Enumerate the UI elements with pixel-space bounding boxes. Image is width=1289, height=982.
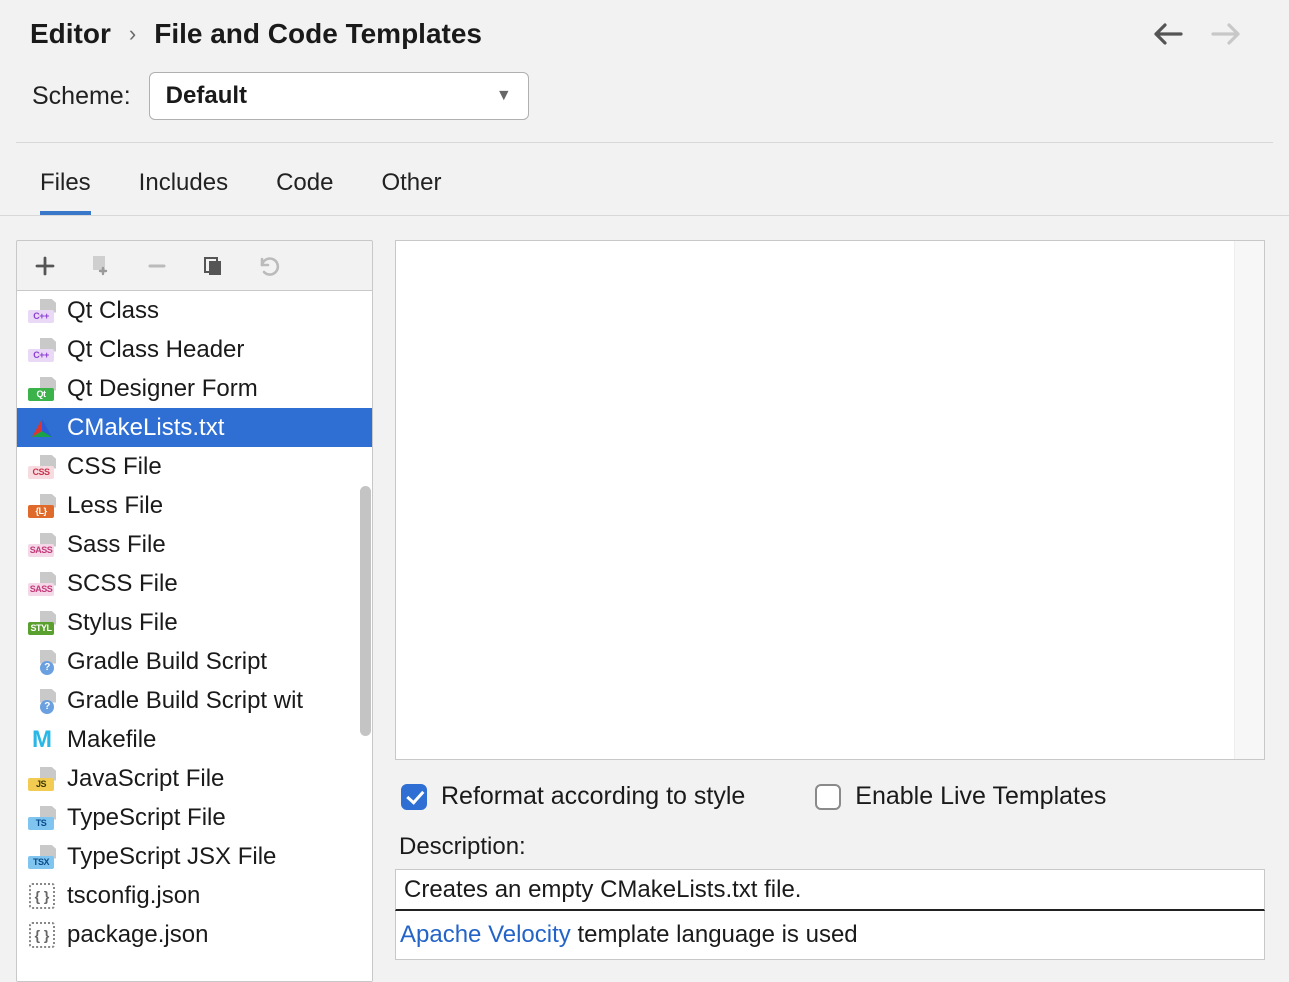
template-list-panel: C++ Qt Class C++ Qt Class Header Qt Qt Design… xyxy=(16,240,373,982)
checkbox-icon xyxy=(401,784,427,810)
template-item-label: Gradle Build Script wit xyxy=(67,687,303,715)
template-item-label: CSS File xyxy=(67,453,162,481)
back-button[interactable] xyxy=(1153,23,1183,45)
remove-button xyxy=(143,252,171,280)
tab-files[interactable]: Files xyxy=(40,169,91,215)
template-item[interactable]: SASS Sass File xyxy=(17,525,372,564)
description-text[interactable]: Creates an empty CMakeLists.txt file. xyxy=(395,869,1265,911)
reformat-checkbox[interactable]: Reformat according to style xyxy=(401,782,745,811)
editor-gutter xyxy=(1234,241,1264,759)
description-help-rest: template language is used xyxy=(571,921,858,948)
template-item[interactable]: CSS CSS File xyxy=(17,447,372,486)
file-icon: Qt xyxy=(27,376,57,402)
unknown-file-icon: ? xyxy=(27,649,57,675)
file-icon: TSX xyxy=(27,844,57,870)
file-icon: STYL xyxy=(27,610,57,636)
template-item[interactable]: TS TypeScript File xyxy=(17,798,372,837)
json-icon: { } xyxy=(27,922,57,948)
template-item[interactable]: Qt Qt Designer Form xyxy=(17,369,372,408)
template-item-label: CMakeLists.txt xyxy=(67,414,224,442)
template-item[interactable]: { } tsconfig.json xyxy=(17,876,372,915)
template-toolbar xyxy=(17,241,372,291)
description-help: Apache Velocity template language is use… xyxy=(395,911,1265,960)
file-icon: SASS xyxy=(27,532,57,558)
scrollbar-thumb[interactable] xyxy=(360,486,371,736)
reformat-label: Reformat according to style xyxy=(441,782,745,811)
reset-button xyxy=(255,252,283,280)
template-item-label: TypeScript JSX File xyxy=(67,843,276,871)
copy-button[interactable] xyxy=(199,252,227,280)
scrollbar[interactable] xyxy=(358,291,372,981)
template-item-label: Qt Designer Form xyxy=(67,375,258,403)
unknown-file-icon: ? xyxy=(27,688,57,714)
cmake-icon xyxy=(27,415,57,441)
live-templates-label: Enable Live Templates xyxy=(855,782,1106,811)
template-item[interactable]: ? Gradle Build Script wit xyxy=(17,681,372,720)
file-icon: CSS xyxy=(27,454,57,480)
breadcrumb-root[interactable]: Editor xyxy=(30,18,111,50)
template-item-label: Qt Class Header xyxy=(67,336,244,364)
template-item-label: JavaScript File xyxy=(67,765,224,793)
scheme-select[interactable]: Default ▼ xyxy=(149,72,529,120)
velocity-link[interactable]: Apache Velocity xyxy=(400,921,571,948)
add-button[interactable] xyxy=(31,252,59,280)
template-list[interactable]: C++ Qt Class C++ Qt Class Header Qt Qt Design… xyxy=(17,291,372,981)
template-item-label: Qt Class xyxy=(67,297,159,325)
template-item[interactable]: C++ Qt Class Header xyxy=(17,330,372,369)
file-icon: JS xyxy=(27,766,57,792)
file-icon: C++ xyxy=(27,298,57,324)
template-item[interactable]: {L} Less File xyxy=(17,486,372,525)
template-item-label: tsconfig.json xyxy=(67,882,200,910)
template-item[interactable]: C++ Qt Class xyxy=(17,291,372,330)
breadcrumb-page: File and Code Templates xyxy=(154,18,482,50)
chevron-down-icon: ▼ xyxy=(496,87,512,105)
live-templates-checkbox[interactable]: Enable Live Templates xyxy=(815,782,1106,811)
scheme-label: Scheme: xyxy=(32,82,131,111)
file-icon: SASS xyxy=(27,571,57,597)
tab-other[interactable]: Other xyxy=(381,169,441,215)
file-icon: C++ xyxy=(27,337,57,363)
template-item-label: package.json xyxy=(67,921,208,949)
template-item-label: Stylus File xyxy=(67,609,178,637)
tabs: Files Includes Code Other xyxy=(0,143,1289,216)
template-item[interactable]: CMakeLists.txt xyxy=(17,408,372,447)
template-item[interactable]: TSX TypeScript JSX File xyxy=(17,837,372,876)
template-item[interactable]: ? Gradle Build Script xyxy=(17,642,372,681)
template-item-label: Less File xyxy=(67,492,163,520)
template-item[interactable]: JS JavaScript File xyxy=(17,759,372,798)
forward-button xyxy=(1211,23,1241,45)
description-label: Description: xyxy=(395,819,1265,869)
template-item-label: Gradle Build Script xyxy=(67,648,267,676)
template-item-label: Sass File xyxy=(67,531,166,559)
template-item[interactable]: M Makefile xyxy=(17,720,372,759)
template-item-label: TypeScript File xyxy=(67,804,226,832)
template-item[interactable]: SASS SCSS File xyxy=(17,564,372,603)
template-item[interactable]: STYL Stylus File xyxy=(17,603,372,642)
file-icon: TS xyxy=(27,805,57,831)
makefile-icon: M xyxy=(27,727,57,753)
file-icon: {L} xyxy=(27,493,57,519)
tab-includes[interactable]: Includes xyxy=(139,169,228,215)
template-editor[interactable] xyxy=(395,240,1265,760)
template-item[interactable]: { } package.json xyxy=(17,915,372,954)
chevron-right-icon: › xyxy=(129,21,136,47)
json-icon: { } xyxy=(27,883,57,909)
template-item-label: Makefile xyxy=(67,726,156,754)
add-from-template-button xyxy=(87,252,115,280)
checkbox-icon xyxy=(815,784,841,810)
scheme-value: Default xyxy=(166,82,247,110)
template-item-label: SCSS File xyxy=(67,570,178,598)
tab-code[interactable]: Code xyxy=(276,169,333,215)
breadcrumb: Editor › File and Code Templates xyxy=(30,18,482,50)
